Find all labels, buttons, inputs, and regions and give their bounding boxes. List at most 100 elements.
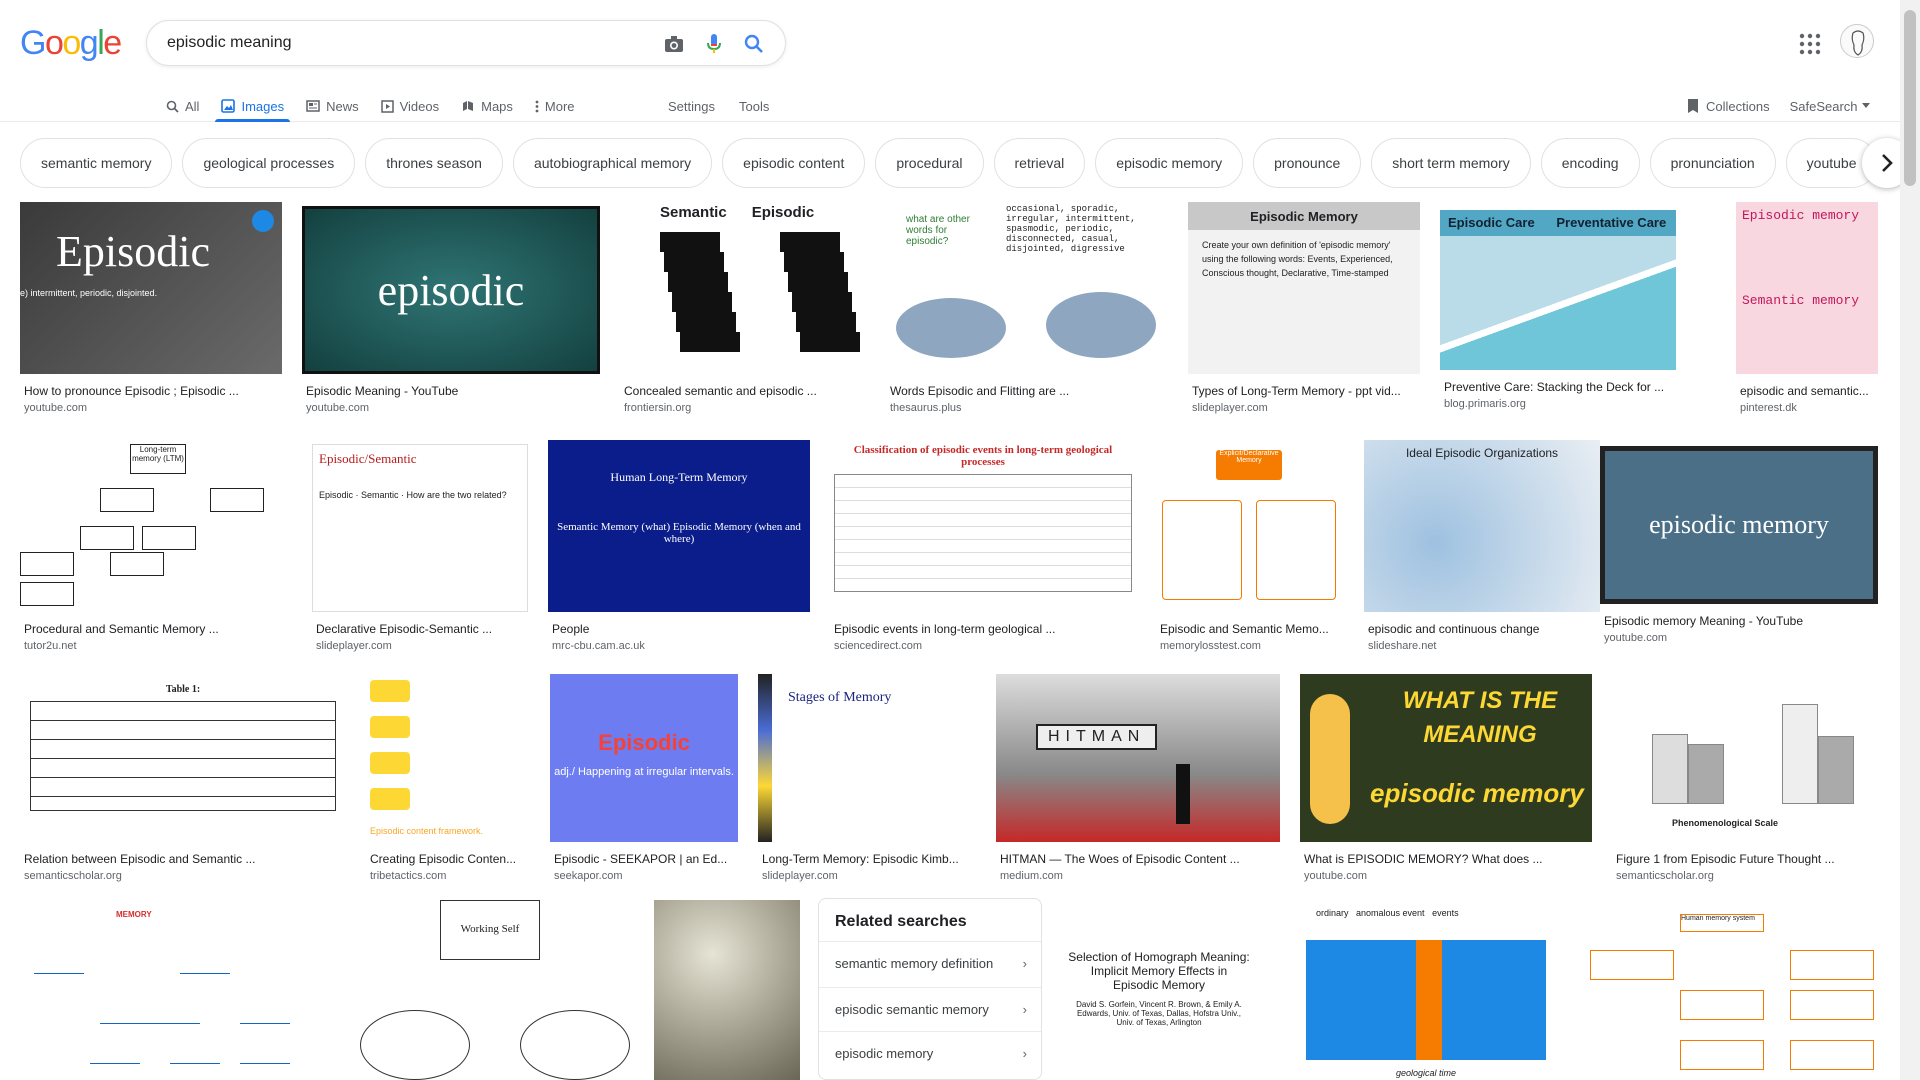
tab-all[interactable]: All <box>166 92 199 120</box>
result-source[interactable]: slideplayer.com <box>762 870 838 882</box>
result-title[interactable]: Long-Term Memory: Episodic Kimb... <box>762 852 976 866</box>
result-thumbnail[interactable]: ordinary anomalous event events geologica… <box>1276 900 1560 1080</box>
result-source[interactable]: medium.com <box>1000 870 1063 882</box>
result-thumbnail[interactable]: Ideal Episodic Organizations <box>1364 440 1600 612</box>
result-thumbnail[interactable]: Episodic adj./ Happening at irregular int… <box>550 674 738 842</box>
result-thumbnail[interactable]: Table 1: <box>20 674 346 842</box>
scrollbar-thumb[interactable] <box>1904 10 1916 186</box>
result-title[interactable]: What is EPISODIC MEMORY? What does ... <box>1304 852 1592 866</box>
result-source[interactable]: youtube.com <box>306 402 369 414</box>
result-thumbnail[interactable]: Semantic Episodic <box>620 202 866 374</box>
tab-maps[interactable]: Maps <box>461 92 513 120</box>
result-thumbnail[interactable]: Stages of Memory <box>758 674 976 842</box>
result-title[interactable]: Relation between Episodic and Semantic .… <box>24 852 346 866</box>
result-source[interactable]: tribetactics.com <box>370 870 446 882</box>
result-thumbnail[interactable]: WHAT IS THE MEANING episodic memory <box>1300 674 1592 842</box>
result-source[interactable]: youtube.com <box>24 402 87 414</box>
chip[interactable]: retrieval <box>993 138 1086 188</box>
result-title[interactable]: Words Episodic and Flitting are ... <box>890 384 1168 398</box>
result-title[interactable]: episodic and continuous change <box>1368 622 1600 636</box>
camera-icon[interactable] <box>663 33 685 55</box>
result-source[interactable]: pinterest.dk <box>1740 402 1797 414</box>
result-thumbnail[interactable]: Episodic e) intermittent, periodic, disjo… <box>20 202 282 374</box>
chip[interactable]: short term memory <box>1371 138 1531 188</box>
related-item[interactable]: episodic memory › <box>819 1031 1041 1075</box>
chip[interactable]: semantic memory <box>20 138 173 188</box>
chip[interactable]: episodic memory <box>1095 138 1244 188</box>
collections-button[interactable]: Collections <box>1686 98 1770 114</box>
scrollbar[interactable] <box>1900 0 1920 1080</box>
result-title[interactable]: Episodic Meaning - YouTube <box>306 384 600 398</box>
result-thumbnail[interactable]: Explicit/Declarative Memory <box>1156 440 1344 612</box>
result-title[interactable]: Episodic - SEEKAPOR | an Ed... <box>554 852 738 866</box>
result-thumbnail[interactable]: Episodic/Semantic Episodic · Semantic · H… <box>312 444 528 612</box>
tab-news[interactable]: News <box>306 92 359 120</box>
result-source[interactable]: memorylosstest.com <box>1160 640 1261 652</box>
chip[interactable]: episodic content <box>722 138 866 188</box>
avatar[interactable] <box>1840 24 1874 58</box>
result-title[interactable]: Declarative Episodic-Semantic ... <box>316 622 528 636</box>
safesearch-button[interactable]: SafeSearch <box>1790 99 1870 114</box>
result-source[interactable]: youtube.com <box>1604 632 1667 644</box>
microphone-icon[interactable] <box>703 33 725 55</box>
chip[interactable]: pronounce <box>1253 138 1362 188</box>
tools-link[interactable]: Tools <box>739 99 769 114</box>
result-thumbnail[interactable]: Human Long-Term Memory Semantic Memory (w… <box>548 440 810 612</box>
chip[interactable]: pronunciation <box>1649 138 1776 188</box>
result-source[interactable]: slideshare.net <box>1368 640 1437 652</box>
search-icon[interactable] <box>743 33 765 55</box>
result-thumbnail[interactable]: Episodic memory Semantic memory <box>1736 202 1878 374</box>
result-source[interactable]: semanticscholar.org <box>1616 870 1714 882</box>
result-thumbnail[interactable]: Phenomenological Scale <box>1612 674 1878 842</box>
result-thumbnail[interactable]: MEMORY <box>20 900 342 1080</box>
result-thumbnail[interactable]: Selection of Homograph Meaning: Implicit… <box>1062 900 1256 1080</box>
related-item[interactable]: semantic memory definition › <box>819 941 1041 985</box>
chip[interactable]: procedural <box>875 138 984 188</box>
result-source[interactable]: sciencedirect.com <box>834 640 922 652</box>
result-thumbnail[interactable]: HITMAN <box>996 674 1280 842</box>
result-title[interactable]: Preventive Care: Stacking the Deck for .… <box>1444 380 1676 394</box>
result-source[interactable]: blog.primaris.org <box>1444 398 1526 410</box>
result-thumbnail[interactable]: Episodic Memory Create your own definitio… <box>1188 202 1420 374</box>
result-source[interactable]: slideplayer.com <box>1192 402 1268 414</box>
tab-images[interactable]: Images <box>215 92 290 122</box>
result-source[interactable]: seekapor.com <box>554 870 622 882</box>
chip[interactable]: autobiographical memory <box>512 138 713 188</box>
google-logo[interactable]: Google <box>20 24 122 63</box>
result-source[interactable]: thesaurus.plus <box>890 402 962 414</box>
result-title[interactable]: Procedural and Semantic Memory ... <box>24 622 292 636</box>
result-title[interactable]: Concealed semantic and episodic ... <box>624 384 866 398</box>
settings-link[interactable]: Settings <box>668 99 715 114</box>
result-title[interactable]: Figure 1 from Episodic Future Thought ..… <box>1616 852 1878 866</box>
result-thumbnail[interactable] <box>654 900 800 1080</box>
result-title[interactable]: How to pronounce Episodic ; Episodic ... <box>24 384 282 398</box>
search-input[interactable]: episodic meaning <box>167 34 292 52</box>
result-thumbnail[interactable]: episodic memory <box>1600 446 1878 604</box>
result-title[interactable]: People <box>552 622 810 636</box>
related-item[interactable]: episodic semantic memory › <box>819 987 1041 1031</box>
chip[interactable]: geological processes <box>182 138 356 188</box>
result-thumbnail[interactable]: episodic <box>302 206 600 374</box>
result-source[interactable]: semanticscholar.org <box>24 870 122 882</box>
chip[interactable]: encoding <box>1540 138 1640 188</box>
result-title[interactable]: Types of Long-Term Memory - ppt vid... <box>1192 384 1420 398</box>
tab-more[interactable]: More <box>535 92 575 120</box>
result-title[interactable]: Episodic events in long-term geological … <box>834 622 1136 636</box>
result-source[interactable]: tutor2u.net <box>24 640 77 652</box>
result-title[interactable]: HITMAN — The Woes of Episodic Content ..… <box>1000 852 1280 866</box>
result-thumbnail[interactable]: Episodic content framework. <box>366 674 530 842</box>
chip[interactable]: thrones season <box>365 138 503 188</box>
result-thumbnail[interactable]: Human memory system <box>1580 900 1878 1080</box>
result-title[interactable]: Episodic and Semantic Memo... <box>1160 622 1344 636</box>
result-source[interactable]: slideplayer.com <box>316 640 392 652</box>
result-thumbnail[interactable]: Working Self <box>360 900 634 1080</box>
apps-grid-icon[interactable] <box>1798 32 1822 56</box>
result-thumbnail[interactable]: Episodic Care Preventative Care <box>1440 210 1676 370</box>
result-thumbnail[interactable]: what are other words for episodic? occasi… <box>886 202 1168 374</box>
result-source[interactable]: frontiersin.org <box>624 402 691 414</box>
result-title[interactable]: episodic and semantic... <box>1740 384 1878 398</box>
result-source[interactable]: mrc-cbu.cam.ac.uk <box>552 640 645 652</box>
search-box[interactable]: episodic meaning <box>146 20 786 66</box>
result-thumbnail[interactable]: Classification of episodic events in lon… <box>830 440 1136 612</box>
result-title[interactable]: Episodic memory Meaning - YouTube <box>1604 614 1878 628</box>
